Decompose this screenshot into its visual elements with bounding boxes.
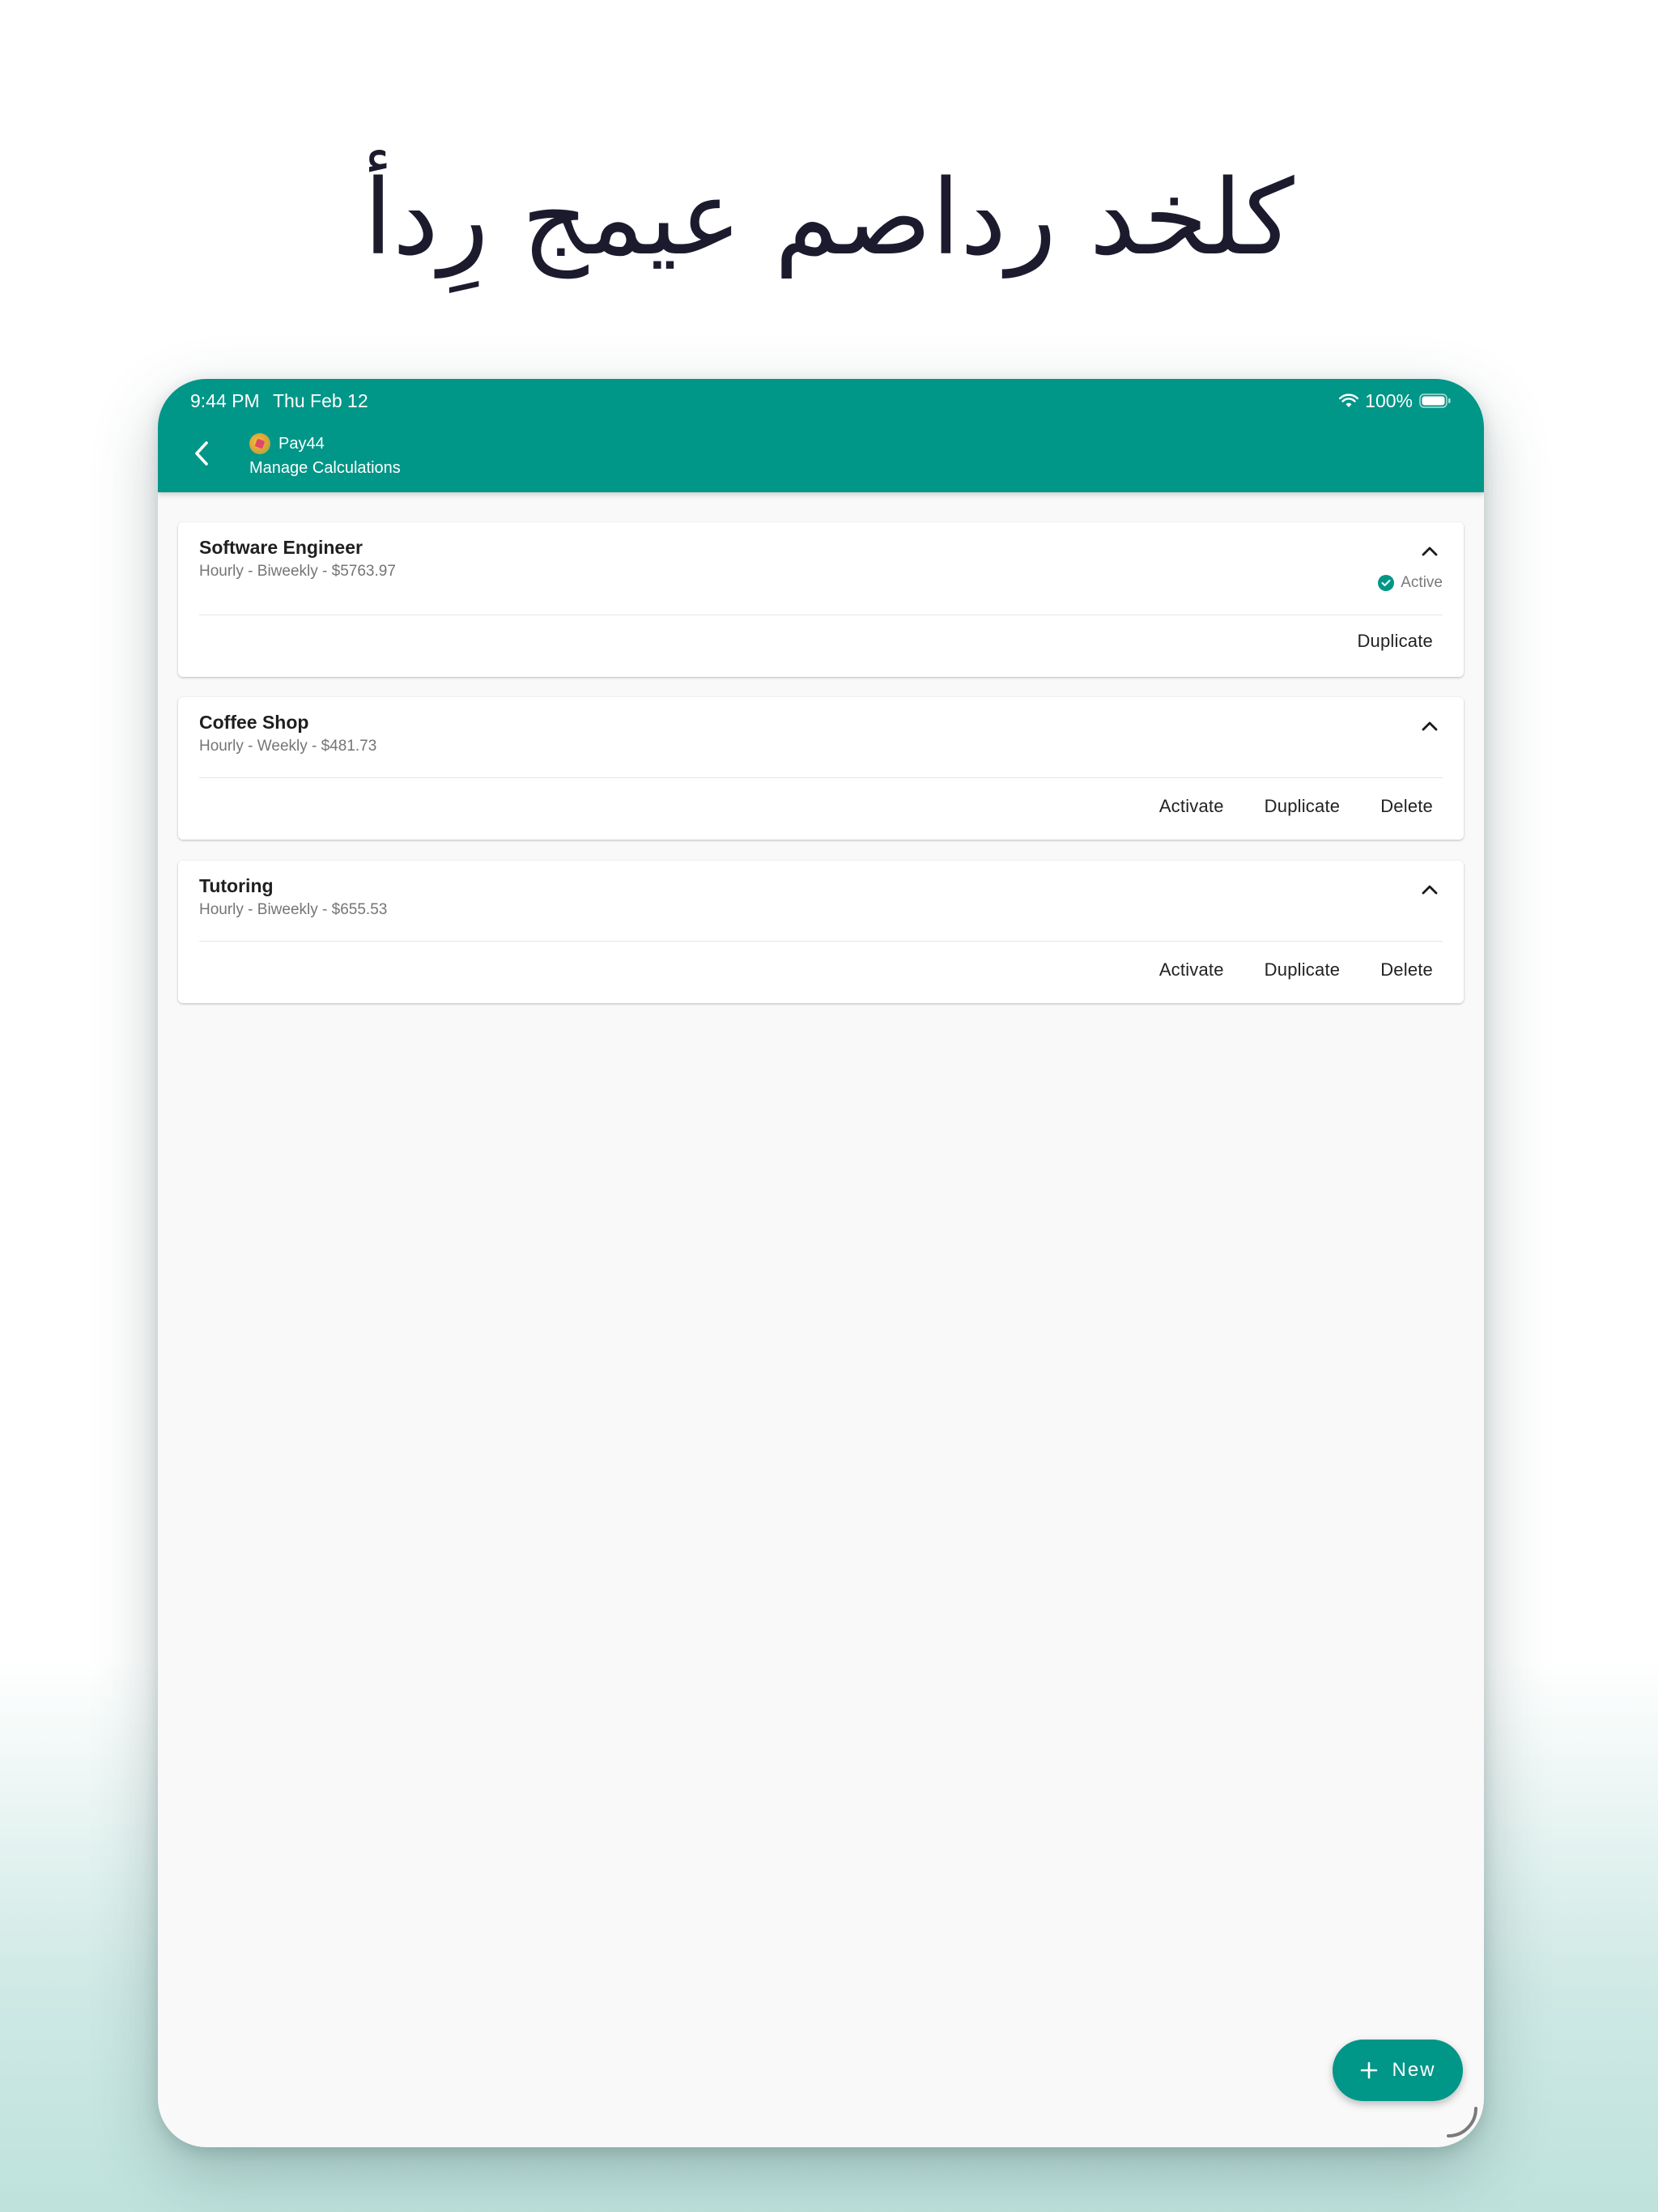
- calculation-card: Tutoring Hourly - Biweekly - $655.53 Activ…: [178, 861, 1464, 1003]
- page-title: Manage Calculations: [249, 459, 401, 477]
- activate-button[interactable]: Activate: [1150, 955, 1234, 985]
- card-subtitle: Hourly - Weekly - $481.73: [199, 738, 377, 755]
- collapse-button[interactable]: [1414, 535, 1446, 568]
- chevron-up-icon: [1422, 547, 1438, 556]
- promo-headline: كلخد رداصم عيمج رِدأ: [363, 158, 1295, 279]
- card-title: Coffee Shop: [199, 712, 309, 733]
- delete-button[interactable]: Delete: [1371, 791, 1443, 822]
- chevron-up-icon: [1422, 885, 1438, 895]
- activate-button[interactable]: Activate: [1150, 791, 1234, 822]
- delete-button[interactable]: Delete: [1371, 955, 1443, 985]
- card-actions: Duplicate: [1326, 626, 1443, 657]
- card-title: Software Engineer: [199, 537, 363, 558]
- battery-percent: 100%: [1365, 389, 1413, 411]
- duplicate-button[interactable]: Duplicate: [1255, 791, 1350, 822]
- new-button-label: New: [1392, 2059, 1436, 2081]
- chevron-up-icon: [1422, 721, 1438, 731]
- app-name: Pay44: [278, 435, 325, 453]
- app-bar: 9:44 PM Thu Feb 12 100% Pay44 Manage Cal…: [158, 379, 1484, 492]
- plus-icon: [1361, 2061, 1378, 2079]
- battery-icon: [1419, 393, 1452, 409]
- card-subtitle: Hourly - Biweekly - $655.53: [199, 901, 388, 918]
- back-button[interactable]: [179, 431, 224, 476]
- duplicate-button[interactable]: Duplicate: [1255, 955, 1350, 985]
- card-divider: [199, 941, 1443, 942]
- status-badge: Active: [1378, 572, 1443, 593]
- check-circle-icon: [1378, 575, 1395, 591]
- status-time: 9:44 PM: [190, 390, 260, 411]
- card-title: Tutoring: [199, 875, 274, 896]
- status-date: Thu Feb 12: [273, 390, 368, 411]
- card-actions: Activate Duplicate Delete: [1129, 791, 1443, 822]
- status-label: Active: [1401, 574, 1443, 591]
- card-divider: [199, 777, 1443, 778]
- tablet-screen: 9:44 PM Thu Feb 12 100% Pay44 Manage Cal…: [158, 379, 1484, 2147]
- new-button[interactable]: New: [1333, 2040, 1463, 2101]
- app-logo-icon: [249, 433, 270, 454]
- calculations-list: Software Engineer Hourly - Biweekly - $57…: [158, 492, 1484, 2147]
- resize-handle-icon: [1445, 2105, 1481, 2145]
- calculation-card: Coffee Shop Hourly - Weekly - $481.73 Acti…: [178, 697, 1464, 840]
- duplicate-button[interactable]: Duplicate: [1347, 626, 1443, 657]
- chevron-left-icon: [195, 441, 208, 466]
- collapse-button[interactable]: [1414, 874, 1446, 906]
- card-subtitle: Hourly - Biweekly - $5763.97: [199, 563, 396, 580]
- collapse-button[interactable]: [1414, 710, 1446, 742]
- calculation-card: Software Engineer Hourly - Biweekly - $57…: [178, 522, 1464, 677]
- wifi-icon: [1339, 393, 1359, 408]
- card-actions: Activate Duplicate Delete: [1129, 955, 1443, 985]
- status-indicators: 100%: [1339, 389, 1452, 413]
- app-title: Pay44: [249, 432, 325, 455]
